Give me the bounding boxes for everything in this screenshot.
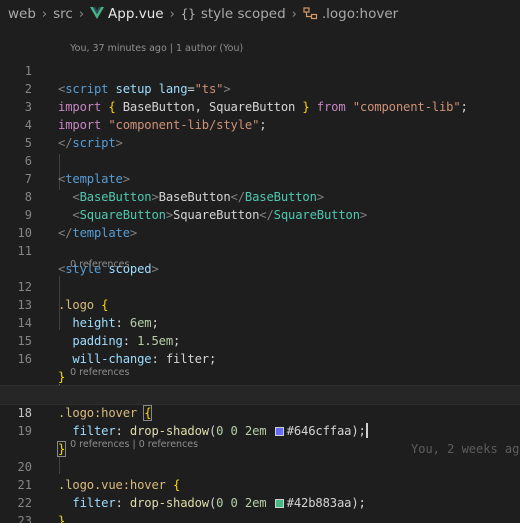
references-codelens[interactable]: 0 references	[0, 244, 520, 270]
code-line-2[interactable]: 2 import { BaseButton, SquareButton } fr…	[0, 62, 520, 114]
breadcrumb-file-app-vue[interactable]: App.vue	[90, 6, 164, 22]
braces-icon: {}	[180, 6, 196, 21]
code-editor[interactable]: You, 37 minutes ago | 1 author (You) 1 <…	[0, 28, 520, 523]
breadcrumb: web › src › App.vue › {} style scoped › .…	[0, 0, 520, 28]
code-line-14[interactable]: 14 padding: 1.5em;	[0, 296, 520, 348]
code-line-22[interactable]: 22 }	[0, 476, 520, 523]
chevron-right-icon: ›	[41, 6, 48, 22]
breadcrumb-file-label: App.vue	[108, 6, 164, 22]
vue-logo-icon	[90, 7, 105, 19]
breadcrumb-symbol-logo-hover[interactable]: .logo:hover	[303, 6, 398, 22]
code-line-3[interactable]: 3 import "component-lib/style";	[0, 80, 520, 132]
code-line-1[interactable]: 1 <script setup lang="ts">	[0, 44, 520, 96]
code-line-4[interactable]: 4 </script>	[0, 98, 520, 150]
code-line-6[interactable]: 6 <template>	[0, 134, 520, 186]
breadcrumb-section-style-scoped[interactable]: {} style scoped	[181, 6, 286, 22]
code-line-7[interactable]: 7 <BaseButton>BaseButton</BaseButton>	[0, 152, 520, 204]
code-line-16[interactable]: 16 }	[0, 332, 520, 384]
code-line-10[interactable]: 10	[0, 206, 520, 240]
code-line-8[interactable]: 8 <SquareButton>SquareButton</SquareButt…	[0, 170, 520, 222]
chevron-right-icon: ›	[169, 6, 175, 22]
references-codelens[interactable]: 0 references | 0 references	[0, 424, 520, 450]
git-blame-codelens[interactable]: You, 37 minutes ago | 1 author (You)	[0, 28, 520, 54]
chevron-right-icon: ›	[291, 6, 297, 22]
breadcrumb-folder-src[interactable]: src	[53, 6, 73, 22]
code-line-21[interactable]: 21 filter: drop-shadow(0 0 2em #42b883aa…	[0, 458, 520, 510]
breadcrumb-section-label: style scoped	[200, 6, 286, 22]
code-line-20[interactable]: 20 .logo.vue:hover {	[0, 440, 520, 492]
breadcrumb-folder-web[interactable]: web	[8, 6, 36, 22]
code-line-24[interactable]: 24	[0, 512, 520, 523]
code-line-17[interactable]: 17 .logo:hover {	[0, 368, 520, 421]
chevron-right-icon: ›	[78, 6, 85, 22]
code-line-5[interactable]: 5	[0, 116, 520, 150]
breadcrumb-symbol-label: .logo:hover	[321, 6, 399, 22]
code-line-18-current[interactable]: 18 filter: drop-shadow(0 0 2em #646cffaa…	[0, 385, 520, 456]
code-line-9[interactable]: 9 </template>	[0, 188, 520, 240]
code-line-19[interactable]: 19 }	[0, 404, 520, 457]
code-line-11[interactable]: 11 <style scoped>	[0, 224, 520, 276]
code-line-13[interactable]: 13 height: 6em;	[0, 278, 520, 330]
code-line-12[interactable]: 12 .logo {	[0, 260, 520, 312]
css-selector-symbol-icon	[303, 7, 317, 20]
code-line-15[interactable]: 15 will-change: filter;	[0, 314, 520, 366]
references-codelens[interactable]: 0 references	[0, 352, 520, 378]
code-line-23[interactable]: 23 </style>	[0, 494, 520, 523]
